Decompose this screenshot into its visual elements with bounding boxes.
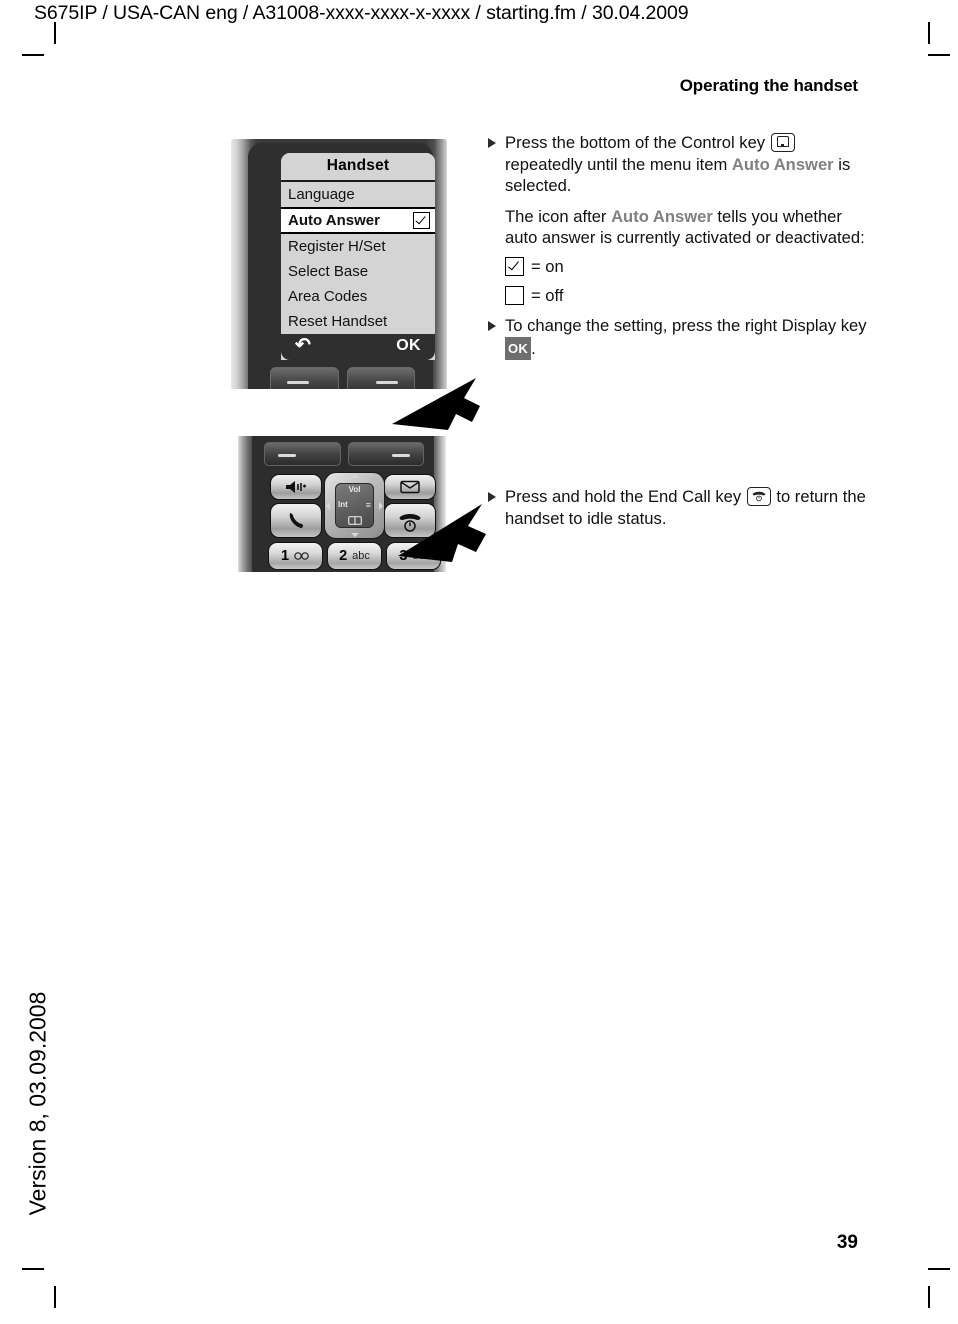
menu-item-select-base[interactable]: Select Base	[281, 259, 435, 284]
page-number: 39	[836, 1232, 858, 1253]
lcd-menu-list: Language Auto Answer Register H/Set Sele…	[281, 182, 435, 334]
step1-part-b: repeatedly until the menu item	[505, 154, 732, 174]
speaker-key[interactable]	[270, 474, 322, 500]
envelope-icon	[400, 480, 420, 494]
legend-on-label: = on	[531, 256, 564, 276]
step2-part-a: To change the setting, press the right D…	[505, 316, 867, 336]
menu-list-icon: ≡	[365, 500, 371, 510]
control-key-down-arrow-icon[interactable]	[350, 533, 359, 537]
menu-item-register-handset[interactable]: Register H/Set	[281, 234, 435, 259]
instruction-note: The icon after Auto Answer tells you whe…	[505, 206, 868, 249]
note-part-a: The icon after	[505, 206, 612, 226]
left-display-key[interactable]	[264, 442, 341, 466]
step1-part-a: Press the bottom of the Control key	[505, 133, 770, 152]
crop-mark-bottom-left-vertical	[54, 1286, 56, 1308]
step3-part-a: Press and hold the End Call key	[505, 487, 746, 506]
crop-mark-top-right-horizontal	[928, 54, 950, 56]
instructions-block-one: Press the bottom of the Control key repe…	[488, 132, 868, 361]
ok-softkey-label[interactable]: OK	[396, 337, 421, 355]
menu-item-area-codes[interactable]: Area Codes	[281, 284, 435, 309]
step1-emphasis: Auto Answer	[731, 154, 834, 174]
document-header-line: S675IP / USA-CAN eng / A31008-xxxx-xxxx-…	[34, 2, 689, 24]
legend-row-on: = on	[505, 256, 868, 278]
left-display-key[interactable]	[270, 367, 339, 389]
bullet-triangle-icon	[488, 321, 496, 332]
bullet-triangle-icon	[488, 492, 496, 502]
instruction-step-2: To change the setting, press the right D…	[488, 315, 868, 361]
instruction-step-1: Press the bottom of the Control key repe…	[488, 132, 868, 197]
phonebook-icon	[347, 516, 362, 525]
menu-item-auto-answer-label: Auto Answer	[288, 212, 380, 229]
handset-display-figure: Handset Language Auto Answer Register H/…	[231, 139, 447, 389]
right-display-key[interactable]	[347, 442, 424, 466]
checkbox-checked-icon	[505, 257, 524, 277]
crop-mark-top-left-vertical	[54, 22, 56, 44]
lcd-softkey-bar: ↶ OK	[281, 334, 435, 360]
instruction-step-3: Press and hold the End Call key to retur…	[488, 486, 868, 529]
talk-key[interactable]	[270, 503, 322, 538]
speaker-icon	[286, 481, 306, 493]
control-key-right-arrow-icon[interactable]	[379, 501, 383, 510]
menu-item-auto-answer[interactable]: Auto Answer	[281, 207, 435, 234]
instruction-step-1-text: Press the bottom of the Control key repe…	[505, 132, 868, 197]
message-key[interactable]	[384, 474, 436, 500]
control-key-up-arrow-icon[interactable]	[350, 474, 359, 478]
keypad-softkey-row	[264, 442, 424, 466]
control-key-center[interactable]: Vol Int ≡	[335, 483, 374, 528]
pointer-arrow-to-right-display-key	[392, 378, 480, 430]
control-key-left-arrow-icon[interactable]	[326, 501, 330, 510]
note-emphasis: Auto Answer	[611, 206, 713, 226]
menu-item-language[interactable]: Language	[281, 182, 435, 207]
bullet-triangle-icon	[488, 138, 496, 148]
checkbox-unchecked-icon	[505, 285, 524, 305]
section-title: Operating the handset	[679, 76, 858, 95]
instructions-block-two: Press and hold the End Call key to retur…	[488, 486, 868, 529]
crop-mark-bottom-right-vertical	[928, 1286, 930, 1308]
pointer-arrow-to-end-call-key	[398, 504, 486, 562]
checkmark-icon	[413, 212, 430, 229]
instruction-step-3-text: Press and hold the End Call key to retur…	[505, 486, 868, 529]
version-side-text: Version 8, 03.09.2008	[24, 991, 51, 1216]
handset-front-panel: Handset Language Auto Answer Register H/…	[248, 143, 435, 389]
end-call-key-icon	[746, 487, 771, 506]
ok-key-tag: OK	[505, 336, 532, 361]
crop-mark-top-left-horizontal	[22, 54, 44, 56]
control-key-int-label: Int	[338, 500, 348, 509]
lcd-screen-title: Handset	[281, 153, 435, 180]
step2-part-b: .	[531, 338, 536, 358]
key-2-letters: abc	[352, 550, 370, 562]
handset-lcd-screen: Handset Language Auto Answer Register H/…	[281, 153, 435, 360]
legend-off-label: = off	[531, 285, 564, 305]
key-2[interactable]: 2 abc	[327, 542, 382, 570]
control-key-volume-label: Vol	[348, 485, 361, 494]
voicemail-icon	[294, 552, 309, 560]
instruction-step-2-text: To change the setting, press the right D…	[505, 315, 868, 361]
key-2-digit: 2	[339, 548, 348, 564]
crop-mark-bottom-right-horizontal	[928, 1268, 950, 1270]
crop-mark-bottom-left-horizontal	[22, 1268, 44, 1270]
control-key[interactable]: Vol Int ≡	[324, 472, 385, 539]
key-1[interactable]: 1	[268, 542, 323, 570]
menu-item-reset-handset[interactable]: Reset Handset	[281, 309, 435, 334]
back-arrow-icon[interactable]: ↶	[295, 336, 311, 355]
crop-mark-top-right-vertical	[928, 22, 930, 44]
handset-pickup-icon	[289, 512, 303, 528]
key-1-digit: 1	[280, 548, 290, 564]
legend-row-off: = off	[505, 285, 868, 307]
control-key-down-icon	[770, 133, 795, 152]
